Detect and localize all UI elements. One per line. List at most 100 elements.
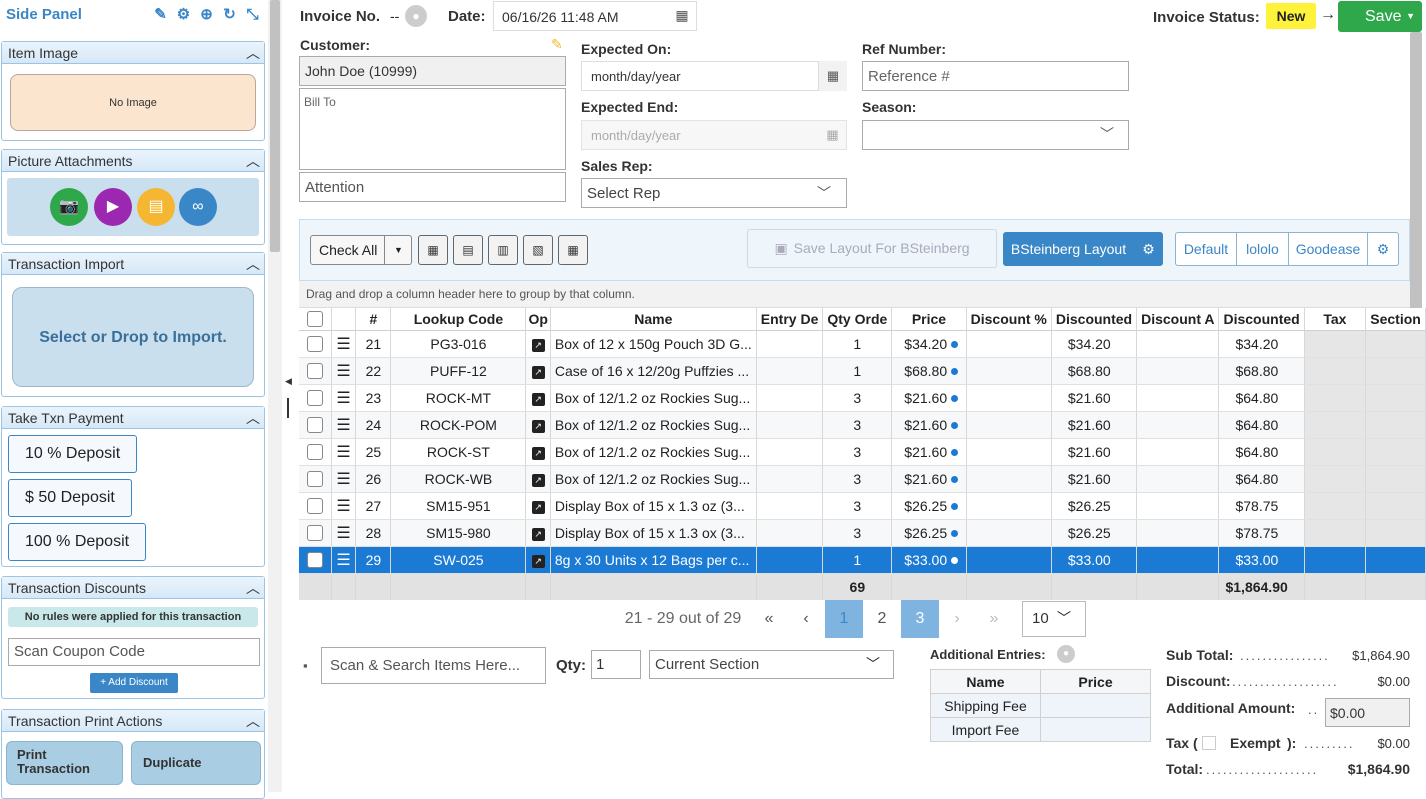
column-header[interactable]: Lookup Code <box>390 308 527 331</box>
price-cell[interactable]: $68.80 <box>891 357 967 385</box>
price-cell[interactable]: $34.20 <box>891 330 967 358</box>
chevron-up-icon[interactable]: ︿ <box>246 407 260 429</box>
open-item-icon[interactable]: ↗ <box>525 492 551 520</box>
price-cell[interactable]: $26.25 <box>891 519 967 547</box>
entry-desc[interactable] <box>756 411 824 439</box>
page-2-button[interactable]: 2 <box>863 600 901 638</box>
calculator-icon[interactable]: ▦ <box>418 235 448 265</box>
section-cell[interactable] <box>1365 384 1426 412</box>
qty-ordered[interactable]: 3 <box>822 492 893 520</box>
open-item-icon[interactable]: ↗ <box>525 330 551 358</box>
entry-desc[interactable] <box>756 330 824 358</box>
price-cell[interactable]: $21.60 <box>891 438 967 466</box>
entry-desc[interactable] <box>756 546 824 574</box>
drag-handle-icon[interactable]: ☰ <box>331 438 357 466</box>
table-row[interactable]: ☰ 28 SM15-980 ↗ Display Box of 15 x 1.3 ox (… <box>299 519 1426 547</box>
gear-icon[interactable]: ⚙ <box>175 6 192 23</box>
chevron-up-icon[interactable]: ︿ <box>246 150 260 172</box>
layout-goodease-button[interactable]: Goodease <box>1288 232 1368 266</box>
import-drop-zone[interactable]: Select or Drop to Import. <box>12 287 254 387</box>
column-header[interactable]: Discounted <box>1051 308 1138 331</box>
column-header[interactable]: Discounted <box>1218 308 1305 331</box>
chevron-down-icon[interactable]: ﹀ <box>1100 124 1114 144</box>
splitter-handle[interactable] <box>287 398 289 418</box>
table-row[interactable]: ☰ 26 ROCK-WB ↗ Box of 12/1.2 oz Rockies Sug.… <box>299 465 1426 493</box>
column-header[interactable]: Entry De <box>756 308 824 331</box>
first-page-button[interactable]: « <box>752 600 786 638</box>
price-cell[interactable]: $21.60 <box>891 384 967 412</box>
spreadsheet-icon[interactable]: ▦ <box>558 235 588 265</box>
calendar-icon[interactable]: ▦ <box>818 120 847 150</box>
discount-amount[interactable] <box>1136 438 1220 466</box>
clipboard-icon[interactable]: ▧ <box>523 235 553 265</box>
discount-percent[interactable] <box>966 438 1052 466</box>
column-header[interactable]: Price <box>891 308 967 331</box>
refresh-icon[interactable]: ↻ <box>221 6 238 23</box>
qty-ordered[interactable]: 3 <box>822 411 893 439</box>
table-row[interactable]: Import Fee <box>930 717 1151 742</box>
save-layout-button[interactable]: ▣ Save Layout For BSteinberg <box>747 229 997 268</box>
column-header[interactable]: Tax <box>1304 308 1367 331</box>
link-icon[interactable]: ∞ <box>179 188 217 226</box>
row-checkbox[interactable] <box>299 492 332 520</box>
column-header[interactable]: Discount % <box>966 308 1052 331</box>
tax-exempt-checkbox[interactable] <box>1202 736 1216 750</box>
chevron-up-icon[interactable]: ︿ <box>246 577 260 599</box>
table-row[interactable]: ☰ 29 SW-025 ↗ 8g x 30 Units x 12 Bags per c.… <box>299 546 1426 574</box>
table-row[interactable]: ☰ 24 ROCK-POM ↗ Box of 12/1.2 oz Rockies Sug… <box>299 411 1426 439</box>
bill-to-textarea[interactable]: Bill To <box>299 88 566 170</box>
table-row[interactable]: Shipping Fee <box>930 693 1151 718</box>
drag-handle-icon[interactable]: ☰ <box>331 465 357 493</box>
table-row[interactable]: ☰ 23 ROCK-MT ↗ Box of 12/1.2 oz Rockies Sug.… <box>299 384 1426 412</box>
additional-amount-input[interactable]: $0.00 <box>1325 698 1410 727</box>
gear-icon[interactable]: ⚙ <box>1134 232 1163 266</box>
discount-amount[interactable] <box>1136 384 1220 412</box>
deposit-100-percent-button[interactable]: 100 % Deposit <box>8 523 147 561</box>
section-cell[interactable] <box>1365 438 1426 466</box>
caret-down-icon[interactable]: ▼ <box>384 236 412 264</box>
camera-icon[interactable]: 📷 <box>50 188 88 226</box>
section-cell[interactable] <box>1365 519 1426 547</box>
table-icon[interactable]: ▥ <box>488 235 518 265</box>
column-header[interactable]: Discount A <box>1136 308 1220 331</box>
section-cell[interactable] <box>1365 411 1426 439</box>
print-transaction-button[interactable]: Print Transaction <box>6 741 123 785</box>
section-cell[interactable] <box>1365 546 1426 574</box>
column-header[interactable]: Name <box>550 308 757 331</box>
discount-amount[interactable] <box>1136 357 1220 385</box>
page-1-button[interactable]: 1 <box>825 600 863 638</box>
section-cell[interactable] <box>1365 492 1426 520</box>
add-discount-button[interactable]: + Add Discount <box>90 673 178 693</box>
checkbox[interactable] <box>306 552 323 569</box>
header-checkbox[interactable] <box>299 308 332 331</box>
section-cell[interactable] <box>1365 330 1426 358</box>
drag-handle-icon[interactable]: ☰ <box>331 384 357 412</box>
discount-percent[interactable] <box>966 357 1052 385</box>
open-item-icon[interactable]: ↗ <box>525 546 551 574</box>
price-cell[interactable]: $33.00 <box>891 546 967 574</box>
section-select[interactable]: Current Section <box>649 650 894 679</box>
open-item-icon[interactable]: ↗ <box>525 357 551 385</box>
side-scrollbar-thumb[interactable] <box>270 0 280 252</box>
checkbox[interactable] <box>306 390 323 407</box>
expected-end-input[interactable]: month/day/year <box>581 120 847 150</box>
calendar-icon[interactable]: ▦ <box>818 61 847 91</box>
user-icon[interactable]: ● <box>1057 645 1075 663</box>
calendar-icon[interactable]: ▦ <box>668 7 696 24</box>
deposit-50-dollar-button[interactable]: $ 50 Deposit <box>8 479 132 517</box>
table-row[interactable]: ☰ 27 SM15-951 ↗ Display Box of 15 x 1.3 oz (… <box>299 492 1426 520</box>
drag-handle-icon[interactable]: ☰ <box>331 519 357 547</box>
chevron-up-icon[interactable]: ︿ <box>246 710 260 732</box>
duplicate-button[interactable]: Duplicate <box>131 741 261 785</box>
price-cell[interactable]: $26.25 <box>891 492 967 520</box>
discount-amount[interactable] <box>1136 465 1220 493</box>
save-button[interactable]: Save ▼ <box>1338 1 1422 32</box>
open-item-icon[interactable]: ↗ <box>525 519 551 547</box>
prev-page-button[interactable]: ‹ <box>789 600 823 638</box>
check-all-button[interactable]: Check All ▼ <box>310 235 412 265</box>
discount-amount[interactable] <box>1136 546 1220 574</box>
collapse-arrow-icon[interactable]: ◀ <box>285 376 292 387</box>
entry-desc[interactable] <box>756 492 824 520</box>
drag-handle-icon[interactable]: ☰ <box>331 546 357 574</box>
row-checkbox[interactable] <box>299 330 332 358</box>
